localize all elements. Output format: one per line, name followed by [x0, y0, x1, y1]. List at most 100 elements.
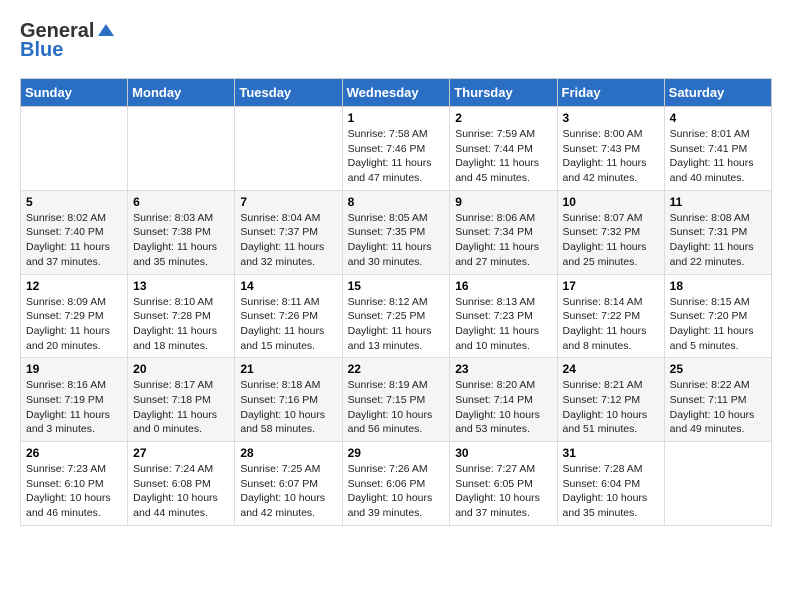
calendar-cell: 29 Sunrise: 7:26 AM Sunset: 6:06 PM Dayl…	[342, 442, 450, 526]
calendar-cell: 15 Sunrise: 8:12 AM Sunset: 7:25 PM Dayl…	[342, 274, 450, 358]
sunrise: Sunrise: 7:24 AM	[133, 463, 213, 475]
calendar-cell	[664, 442, 771, 526]
daylight: Daylight: 11 hours and 3 minutes.	[26, 409, 110, 436]
day-number: 29	[348, 446, 445, 460]
calendar-cell: 16 Sunrise: 8:13 AM Sunset: 7:23 PM Dayl…	[450, 274, 557, 358]
day-info: Sunrise: 8:17 AM Sunset: 7:18 PM Dayligh…	[133, 378, 229, 437]
sunset: Sunset: 6:04 PM	[563, 478, 641, 490]
calendar-cell: 10 Sunrise: 8:07 AM Sunset: 7:32 PM Dayl…	[557, 190, 664, 274]
day-number: 18	[670, 279, 766, 293]
sunset: Sunset: 7:16 PM	[240, 394, 318, 406]
sunset: Sunset: 7:46 PM	[348, 143, 426, 155]
calendar-cell: 25 Sunrise: 8:22 AM Sunset: 7:11 PM Dayl…	[664, 358, 771, 442]
daylight: Daylight: 11 hours and 25 minutes.	[563, 241, 647, 268]
calendar-week-3: 12 Sunrise: 8:09 AM Sunset: 7:29 PM Dayl…	[21, 274, 772, 358]
daylight: Daylight: 11 hours and 15 minutes.	[240, 325, 324, 352]
day-info: Sunrise: 8:00 AM Sunset: 7:43 PM Dayligh…	[563, 127, 659, 186]
day-number: 31	[563, 446, 659, 460]
sunrise: Sunrise: 8:13 AM	[455, 296, 535, 308]
sunset: Sunset: 7:41 PM	[670, 143, 748, 155]
sunrise: Sunrise: 8:09 AM	[26, 296, 106, 308]
logo: General Blue	[20, 20, 116, 62]
day-info: Sunrise: 8:15 AM Sunset: 7:20 PM Dayligh…	[670, 295, 766, 354]
day-info: Sunrise: 7:27 AM Sunset: 6:05 PM Dayligh…	[455, 462, 551, 521]
day-info: Sunrise: 8:14 AM Sunset: 7:22 PM Dayligh…	[563, 295, 659, 354]
calendar-cell: 18 Sunrise: 8:15 AM Sunset: 7:20 PM Dayl…	[664, 274, 771, 358]
sunset: Sunset: 7:12 PM	[563, 394, 641, 406]
daylight: Daylight: 10 hours and 53 minutes.	[455, 409, 540, 436]
calendar-cell: 23 Sunrise: 8:20 AM Sunset: 7:14 PM Dayl…	[450, 358, 557, 442]
day-number: 16	[455, 279, 551, 293]
day-info: Sunrise: 8:13 AM Sunset: 7:23 PM Dayligh…	[455, 295, 551, 354]
calendar-header-tuesday: Tuesday	[235, 79, 342, 107]
sunset: Sunset: 7:14 PM	[455, 394, 533, 406]
calendar-header-friday: Friday	[557, 79, 664, 107]
daylight: Daylight: 11 hours and 13 minutes.	[348, 325, 432, 352]
sunset: Sunset: 7:18 PM	[133, 394, 211, 406]
day-number: 12	[26, 279, 122, 293]
calendar-cell: 13 Sunrise: 8:10 AM Sunset: 7:28 PM Dayl…	[128, 274, 235, 358]
sunset: Sunset: 6:06 PM	[348, 478, 426, 490]
sunrise: Sunrise: 8:20 AM	[455, 379, 535, 391]
day-number: 11	[670, 195, 766, 209]
daylight: Daylight: 10 hours and 58 minutes.	[240, 409, 325, 436]
calendar-cell	[21, 107, 128, 191]
daylight: Daylight: 11 hours and 47 minutes.	[348, 157, 432, 184]
sunrise: Sunrise: 8:12 AM	[348, 296, 428, 308]
calendar-cell: 24 Sunrise: 8:21 AM Sunset: 7:12 PM Dayl…	[557, 358, 664, 442]
calendar-cell: 27 Sunrise: 7:24 AM Sunset: 6:08 PM Dayl…	[128, 442, 235, 526]
daylight: Daylight: 11 hours and 30 minutes.	[348, 241, 432, 268]
calendar-cell	[128, 107, 235, 191]
day-info: Sunrise: 8:11 AM Sunset: 7:26 PM Dayligh…	[240, 295, 336, 354]
sunset: Sunset: 7:26 PM	[240, 310, 318, 322]
sunset: Sunset: 6:10 PM	[26, 478, 104, 490]
sunset: Sunset: 6:08 PM	[133, 478, 211, 490]
day-info: Sunrise: 7:59 AM Sunset: 7:44 PM Dayligh…	[455, 127, 551, 186]
day-number: 30	[455, 446, 551, 460]
day-number: 28	[240, 446, 336, 460]
calendar-cell: 31 Sunrise: 7:28 AM Sunset: 6:04 PM Dayl…	[557, 442, 664, 526]
calendar-cell: 14 Sunrise: 8:11 AM Sunset: 7:26 PM Dayl…	[235, 274, 342, 358]
sunrise: Sunrise: 7:26 AM	[348, 463, 428, 475]
calendar-week-2: 5 Sunrise: 8:02 AM Sunset: 7:40 PM Dayli…	[21, 190, 772, 274]
day-number: 13	[133, 279, 229, 293]
logo-icon	[96, 20, 116, 40]
calendar-cell: 3 Sunrise: 8:00 AM Sunset: 7:43 PM Dayli…	[557, 107, 664, 191]
day-info: Sunrise: 8:01 AM Sunset: 7:41 PM Dayligh…	[670, 127, 766, 186]
sunset: Sunset: 7:20 PM	[670, 310, 748, 322]
sunrise: Sunrise: 7:23 AM	[26, 463, 106, 475]
day-info: Sunrise: 8:03 AM Sunset: 7:38 PM Dayligh…	[133, 211, 229, 270]
day-number: 17	[563, 279, 659, 293]
daylight: Daylight: 11 hours and 37 minutes.	[26, 241, 110, 268]
day-number: 15	[348, 279, 445, 293]
sunset: Sunset: 7:34 PM	[455, 226, 533, 238]
daylight: Daylight: 10 hours and 39 minutes.	[348, 492, 433, 519]
daylight: Daylight: 11 hours and 5 minutes.	[670, 325, 754, 352]
day-number: 26	[26, 446, 122, 460]
day-number: 7	[240, 195, 336, 209]
calendar-cell: 2 Sunrise: 7:59 AM Sunset: 7:44 PM Dayli…	[450, 107, 557, 191]
sunrise: Sunrise: 8:11 AM	[240, 296, 319, 308]
sunset: Sunset: 6:07 PM	[240, 478, 318, 490]
day-info: Sunrise: 8:18 AM Sunset: 7:16 PM Dayligh…	[240, 378, 336, 437]
sunset: Sunset: 7:15 PM	[348, 394, 426, 406]
sunset: Sunset: 7:37 PM	[240, 226, 318, 238]
sunset: Sunset: 7:11 PM	[670, 394, 747, 406]
sunrise: Sunrise: 8:21 AM	[563, 379, 643, 391]
sunrise: Sunrise: 8:06 AM	[455, 212, 535, 224]
calendar-cell: 30 Sunrise: 7:27 AM Sunset: 6:05 PM Dayl…	[450, 442, 557, 526]
daylight: Daylight: 11 hours and 40 minutes.	[670, 157, 754, 184]
calendar-cell: 20 Sunrise: 8:17 AM Sunset: 7:18 PM Dayl…	[128, 358, 235, 442]
calendar-cell: 19 Sunrise: 8:16 AM Sunset: 7:19 PM Dayl…	[21, 358, 128, 442]
daylight: Daylight: 11 hours and 22 minutes.	[670, 241, 754, 268]
day-number: 24	[563, 362, 659, 376]
sunrise: Sunrise: 7:27 AM	[455, 463, 535, 475]
day-number: 1	[348, 111, 445, 125]
calendar-header-row: SundayMondayTuesdayWednesdayThursdayFrid…	[21, 79, 772, 107]
day-info: Sunrise: 8:22 AM Sunset: 7:11 PM Dayligh…	[670, 378, 766, 437]
day-info: Sunrise: 7:24 AM Sunset: 6:08 PM Dayligh…	[133, 462, 229, 521]
calendar-cell: 12 Sunrise: 8:09 AM Sunset: 7:29 PM Dayl…	[21, 274, 128, 358]
sunset: Sunset: 7:32 PM	[563, 226, 641, 238]
sunset: Sunset: 7:29 PM	[26, 310, 104, 322]
daylight: Daylight: 10 hours and 49 minutes.	[670, 409, 755, 436]
